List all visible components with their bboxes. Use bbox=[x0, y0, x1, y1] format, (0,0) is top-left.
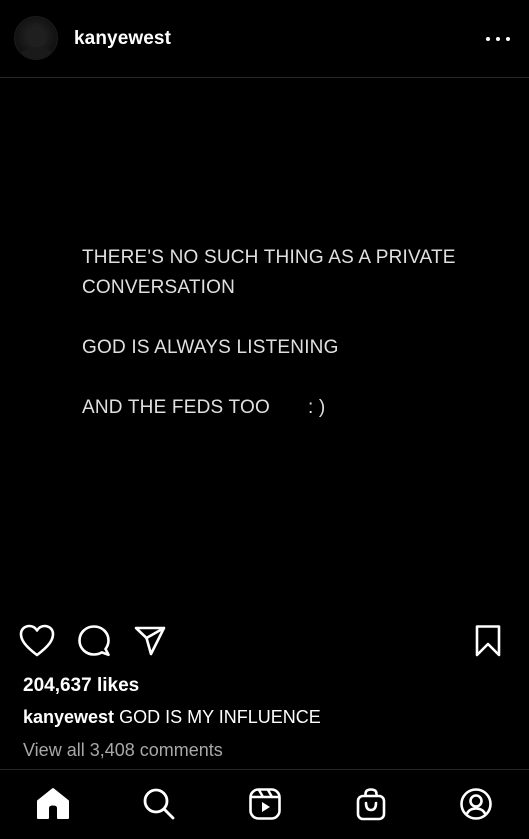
share-icon[interactable] bbox=[133, 625, 167, 657]
search-icon[interactable] bbox=[142, 787, 176, 821]
action-bar bbox=[0, 620, 529, 664]
post-text-line: THERE'S NO SUCH THING AS A PRIVATE bbox=[82, 247, 456, 268]
post-smiley: : ) bbox=[307, 397, 326, 418]
shop-icon[interactable] bbox=[354, 787, 388, 821]
bottom-nav bbox=[0, 769, 529, 839]
home-icon[interactable] bbox=[36, 787, 70, 821]
reels-icon[interactable] bbox=[248, 787, 282, 821]
post-text-line: GOD IS ALWAYS LISTENING bbox=[82, 337, 339, 358]
avatar-shoulders bbox=[20, 47, 54, 59]
profile-icon[interactable] bbox=[459, 787, 493, 821]
more-options-icon[interactable] bbox=[486, 29, 510, 49]
bookmark-icon[interactable] bbox=[474, 624, 502, 658]
comment-icon[interactable] bbox=[77, 624, 111, 658]
post-text-feds: AND THE FEDS TOO bbox=[82, 397, 270, 418]
more-dot bbox=[506, 37, 510, 41]
view-comments-link[interactable]: View all 3,408 comments bbox=[23, 740, 223, 761]
avatar-head bbox=[28, 26, 46, 48]
post-image[interactable]: THERE'S NO SUCH THING AS A PRIVATE CONVE… bbox=[0, 78, 529, 614]
post-header: kanyewest bbox=[0, 0, 529, 78]
more-dot bbox=[486, 37, 490, 41]
post-text-line: CONVERSATION bbox=[82, 277, 236, 298]
likes-count[interactable]: 204,637 likes bbox=[23, 675, 139, 697]
post-text-line: AND THE FEDS TOO : ) bbox=[82, 397, 325, 419]
avatar[interactable] bbox=[14, 16, 58, 60]
post-username[interactable]: kanyewest bbox=[74, 28, 171, 50]
caption-username[interactable]: kanyewest bbox=[23, 707, 114, 727]
more-dot bbox=[496, 37, 500, 41]
caption: kanyewest GOD IS MY INFLUENCE bbox=[23, 707, 321, 728]
heart-icon[interactable] bbox=[19, 624, 55, 658]
caption-text: GOD IS MY INFLUENCE bbox=[119, 707, 321, 727]
